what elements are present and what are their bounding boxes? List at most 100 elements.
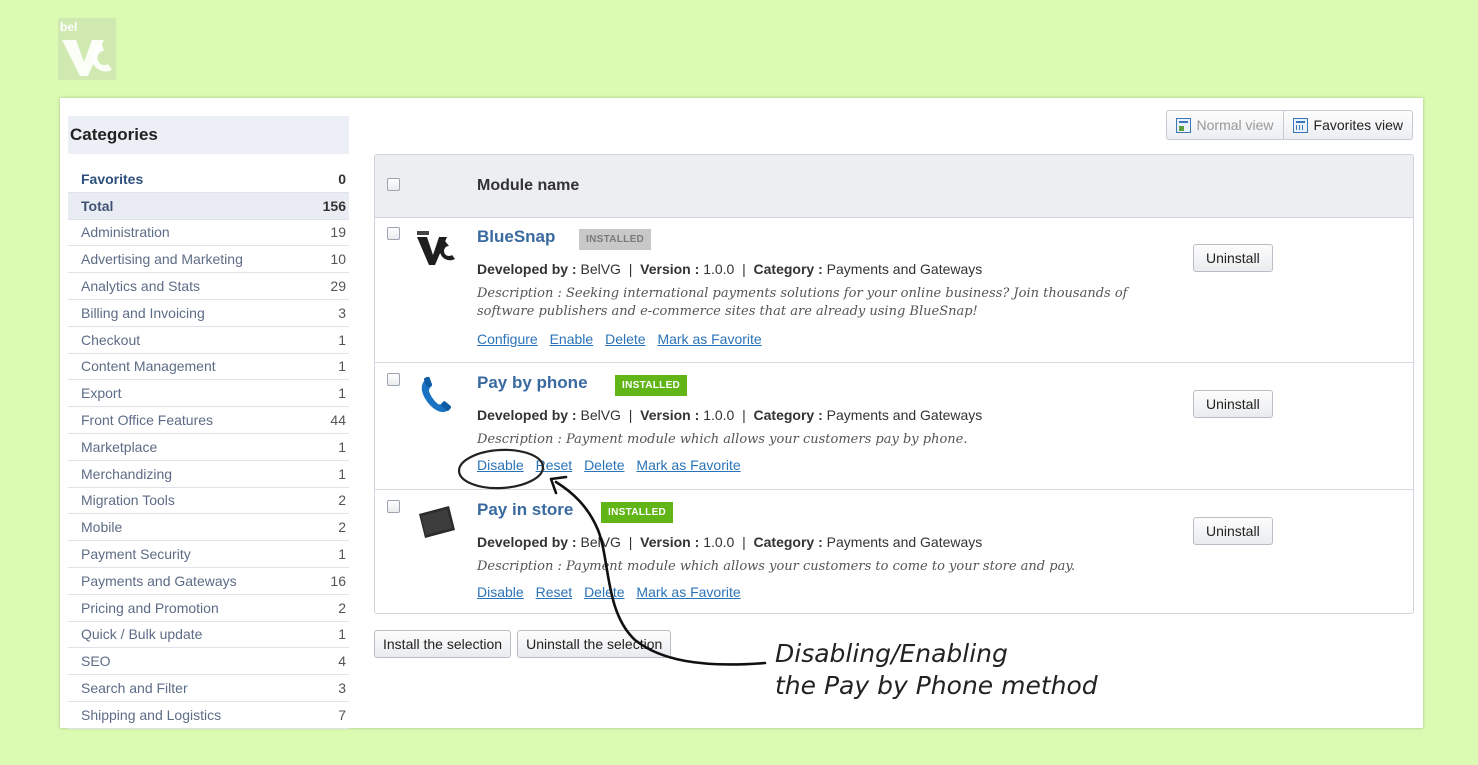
- category-count: 29: [330, 278, 346, 295]
- sidebar-item-advertising[interactable]: Advertising and Marketing 10: [68, 246, 349, 274]
- category-count: 44: [330, 412, 346, 429]
- sidebar-item-pricing[interactable]: Pricing and Promotion 2: [68, 595, 349, 622]
- sidebar-item-content-management[interactable]: Content Management 1: [68, 354, 349, 381]
- sidebar-item-merchandizing[interactable]: Merchandizing 1: [68, 461, 349, 488]
- sidebar-item-analytics[interactable]: Analytics and Stats 29: [68, 273, 349, 300]
- category-label: Payments and Gateways: [81, 572, 237, 589]
- category-count: 19: [330, 224, 346, 241]
- module-meta: Developed by : BelVG | Version : 1.0.0 |…: [477, 534, 983, 550]
- category-label: Advertising and Marketing: [81, 251, 243, 268]
- configure-link[interactable]: Configure: [477, 331, 538, 347]
- reset-link[interactable]: Reset: [536, 457, 573, 473]
- sidebar-item-migration[interactable]: Migration Tools 2: [68, 488, 349, 515]
- delete-link[interactable]: Delete: [584, 457, 624, 473]
- sidebar-item-payments-gateways[interactable]: Payments and Gateways 16: [68, 568, 349, 595]
- favorites-view-icon: [1292, 117, 1308, 133]
- category-label: Front Office Features: [81, 412, 214, 429]
- category-label: Content Management: [81, 358, 216, 375]
- category-label: Pricing and Promotion: [81, 599, 219, 616]
- module-name[interactable]: BlueSnap: [477, 227, 555, 247]
- category-count: 2: [338, 492, 346, 509]
- module-row-pay-by-phone: Pay by phone INSTALLED Developed by : Be…: [375, 363, 1413, 490]
- normal-view-icon: [1175, 117, 1191, 133]
- mark-favorite-link[interactable]: Mark as Favorite: [636, 584, 740, 600]
- category-label: SEO: [81, 653, 111, 670]
- category-label: Search and Filter: [81, 680, 188, 697]
- sidebar-item-export[interactable]: Export 1: [68, 380, 349, 408]
- uninstall-button[interactable]: Uninstall: [1193, 517, 1273, 545]
- favorites-view-button[interactable]: Favorites view: [1283, 110, 1413, 140]
- sidebar-item-favorites[interactable]: Favorites 0: [68, 166, 349, 193]
- category-count: 1: [338, 385, 346, 402]
- module-row-bluesnap: BlueSnap INSTALLED Developed by : BelVG …: [375, 217, 1413, 363]
- select-all-checkbox[interactable]: [387, 178, 400, 191]
- module-checkbox[interactable]: [387, 373, 400, 386]
- sidebar-item-mobile[interactable]: Mobile 2: [68, 514, 349, 542]
- phone-icon: [421, 376, 451, 413]
- version-label: Version :: [640, 407, 700, 423]
- mark-favorite-link[interactable]: Mark as Favorite: [636, 457, 740, 473]
- enable-link[interactable]: Enable: [550, 331, 594, 347]
- sidebar-item-payment-security[interactable]: Payment Security 1: [68, 541, 349, 568]
- sidebar-item-shipping[interactable]: Shipping and Logistics 7: [68, 702, 349, 729]
- module-description: Description : Seeking international paym…: [477, 286, 1128, 319]
- installed-badge: INSTALLED: [615, 375, 688, 396]
- developer: BelVG: [580, 534, 621, 550]
- sidebar-item-marketplace[interactable]: Marketplace 1: [68, 434, 349, 461]
- delete-link[interactable]: Delete: [605, 331, 645, 347]
- installed-badge: INSTALLED: [579, 229, 652, 250]
- version-label: Version :: [640, 534, 700, 550]
- module-name[interactable]: Pay by phone: [477, 373, 588, 393]
- sidebar-item-administration[interactable]: Administration 19: [68, 220, 349, 247]
- mark-favorite-link[interactable]: Mark as Favorite: [657, 331, 761, 347]
- uninstall-selection-button[interactable]: Uninstall the selection: [517, 630, 672, 658]
- category-label: Category :: [753, 261, 823, 277]
- sidebar-item-total[interactable]: Total 156: [68, 192, 349, 220]
- category-count: 2: [338, 599, 346, 616]
- category-count: 10: [330, 251, 346, 268]
- developed-by-label: Developed by :: [477, 534, 577, 550]
- bluesnap-logo-icon: [415, 231, 457, 265]
- sidebar-item-seo[interactable]: SEO 4: [68, 648, 349, 676]
- category-count: 1: [338, 626, 346, 643]
- disable-link[interactable]: Disable: [477, 457, 524, 473]
- sidebar-item-search-filter[interactable]: Search and Filter 3: [68, 675, 349, 702]
- sidebar-item-billing[interactable]: Billing and Invoicing 3: [68, 300, 349, 327]
- sidebar-item-front-office[interactable]: Front Office Features 44: [68, 407, 349, 434]
- uninstall-button[interactable]: Uninstall: [1193, 244, 1273, 272]
- reset-link[interactable]: Reset: [536, 584, 573, 600]
- bulk-actions: Install the selection Uninstall the sele…: [374, 630, 672, 658]
- category-count: 4: [338, 653, 346, 670]
- module-checkbox[interactable]: [387, 227, 400, 240]
- normal-view-label: Normal view: [1196, 117, 1274, 133]
- category-label: Category :: [753, 407, 823, 423]
- annotation-line-2: the Pay by Phone method: [775, 671, 1098, 700]
- category: Payments and Gateways: [826, 407, 983, 423]
- module-checkbox[interactable]: [387, 500, 400, 513]
- category-label: Favorites: [81, 170, 144, 187]
- category-label: Marketplace: [81, 438, 158, 455]
- disable-link[interactable]: Disable: [477, 584, 524, 600]
- categories-title: Categories: [68, 116, 349, 154]
- delete-link[interactable]: Delete: [584, 584, 624, 600]
- developed-by-label: Developed by :: [477, 261, 577, 277]
- uninstall-button[interactable]: Uninstall: [1193, 390, 1273, 418]
- category-label: Analytics and Stats: [81, 278, 201, 295]
- version: 1.0.0: [703, 534, 735, 550]
- module-description: Description : Payment module which allow…: [477, 559, 1076, 574]
- module-meta: Developed by : BelVG | Version : 1.0.0 |…: [477, 407, 983, 423]
- category-count: 1: [338, 465, 346, 482]
- category-list: Favorites 0 Total 156 Administration 19 Adv…: [68, 166, 349, 729]
- module-name[interactable]: Pay in store: [477, 500, 573, 520]
- annotation-text: Disabling/Enabling the Pay by Phone meth…: [775, 638, 1098, 702]
- module-description: Description : Payment module which allow…: [477, 432, 968, 447]
- category-label: Shipping and Logistics: [81, 706, 222, 723]
- category-label: Export: [81, 385, 122, 402]
- sidebar-item-checkout[interactable]: Checkout 1: [68, 327, 349, 354]
- wallet-icon: [419, 506, 455, 538]
- sidebar-item-quick-bulk[interactable]: Quick / Bulk update 1: [68, 622, 349, 649]
- install-selection-button[interactable]: Install the selection: [374, 630, 512, 658]
- normal-view-button[interactable]: Normal view: [1165, 110, 1284, 140]
- category-label: Mobile: [81, 519, 123, 536]
- version: 1.0.0: [703, 407, 735, 423]
